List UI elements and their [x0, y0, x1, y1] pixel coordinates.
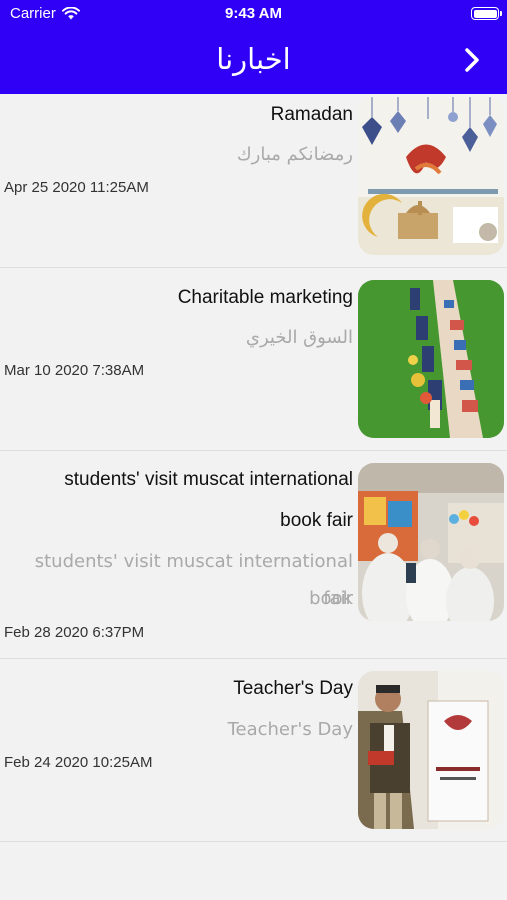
news-item-ramadan[interactable]: Ramadan رمضانكم مبارك Apr 25 2020 11:25A… [0, 94, 507, 268]
status-bar: Carrier 9:43 AM [0, 0, 507, 28]
chevron-right-icon [465, 48, 479, 72]
page-title: اخبارنا [216, 42, 291, 76]
news-date: Feb 24 2020 10:25AM [4, 754, 153, 771]
status-time: 9:43 AM [225, 5, 282, 22]
news-subtitle: Teacher's Day [227, 719, 353, 740]
back-button[interactable] [459, 46, 485, 74]
news-title: Teacher's Day [233, 678, 353, 699]
news-title: Ramadan [270, 104, 353, 125]
news-title-line2: book fair [280, 510, 353, 531]
news-subtitle: رمضانكم مبارك [236, 144, 353, 165]
news-title-line1: students' visit muscat international [64, 469, 353, 490]
news-date: Apr 25 2020 11:25AM [4, 179, 149, 196]
news-subtitle: السوق الخيري [245, 327, 353, 348]
news-thumbnail [358, 280, 504, 438]
news-item-teachers-day[interactable]: Teacher's Day Teacher's Day Feb 24 2020 … [0, 659, 507, 842]
news-date: Mar 10 2020 7:38AM [4, 362, 145, 379]
news-thumbnail [358, 671, 504, 829]
news-date: Feb 28 2020 6:37PM [4, 624, 145, 641]
battery-icon [471, 7, 502, 20]
news-subtitle-line2: fair [323, 588, 353, 609]
news-thumbnail [358, 97, 504, 255]
news-item-book-fair[interactable]: students' visit muscat international boo… [0, 451, 507, 659]
news-list: Ramadan رمضانكم مبارك Apr 25 2020 11:25A… [0, 94, 507, 842]
news-title: Charitable marketing [177, 287, 353, 308]
news-subtitle-line1: students' visit muscat international boo… [34, 551, 353, 609]
news-item-charitable-marketing[interactable]: Charitable marketing السوق الخيري Mar 10… [0, 268, 507, 451]
nav-header: Carrier 9:43 AM اخبارنا [0, 0, 507, 94]
news-thumbnail [358, 463, 504, 621]
